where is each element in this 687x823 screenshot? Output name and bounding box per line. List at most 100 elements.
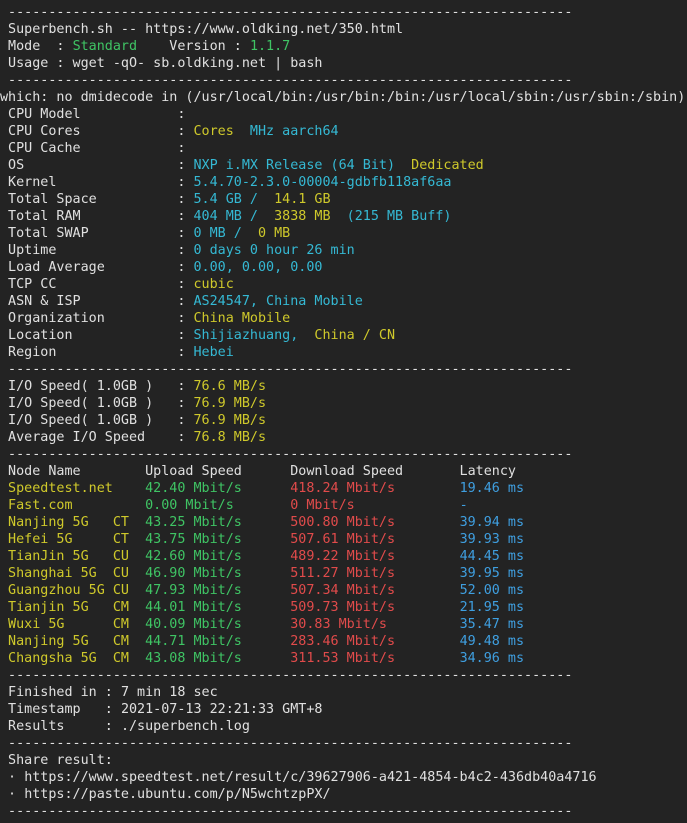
separator-before-summary: ----------------------------------------… [0,667,687,684]
sysinfo-label: ASN & ISP : [0,294,186,309]
sysinfo-value: 404 MB / [185,209,267,224]
speedtest-row: Changsha 5G CM 43.08 Mbit/s 311.53 Mbit/… [0,650,687,667]
share-link[interactable]: https://www.speedtest.net/result/c/39627… [24,770,596,785]
speedtest-isp-code: CU [112,549,146,564]
sysinfo-value: (215 MB Buff) [338,209,452,224]
sysinfo-row: Total RAM : 404 MB / 3838 MB (215 MB Buf… [0,208,687,225]
sysinfo-value: AS24547, China Mobile [185,294,363,309]
speedtest-download-speed: 489.22 Mbit/s [290,549,460,564]
speedtest-row: Wuxi 5G CM 40.09 Mbit/s 30.83 Mbit/s 35.… [0,616,687,633]
speedtest-download-speed: 283.46 Mbit/s [290,634,460,649]
sysinfo-row: Uptime : 0 days 0 hour 26 min [0,242,687,259]
speedtest-upload-speed: 0.00 Mbit/s [145,498,291,513]
bullet-icon: · [0,787,25,802]
sysinfo-value: 14.1 GB [266,192,331,207]
share-link[interactable]: https://paste.ubuntu.com/p/N5wchtzpPX/ [24,787,330,802]
separator-dashes: ----------------------------------------… [0,362,573,377]
speedtest-row: Guangzhou 5G CU 47.93 Mbit/s 507.34 Mbit… [0,582,687,599]
sysinfo-value: 0 MB / [185,226,250,241]
sysinfo-value: cubic [185,277,234,292]
speedtest-row: Tianjin 5G CM 44.01 Mbit/s 509.73 Mbit/s… [0,599,687,616]
io-row: I/O Speed( 1.0GB ) : 76.6 MB/s [0,378,687,395]
speedtest-upload-speed: 46.90 Mbit/s [145,566,291,581]
speedtest-latency: - [459,498,468,513]
sysinfo-value: MHz aarch64 [241,124,339,139]
sysinfo-row: Total SWAP : 0 MB / 0 MB [0,225,687,242]
speedtest-node-name: Changsha 5G [0,651,113,666]
sysinfo-value: 0 days 0 hour 26 min [185,243,355,258]
dmidecode-warning-text: which: no dmidecode in (/usr/local/bin:/… [0,90,686,105]
speedtest-latency: 21.95 ms [459,600,525,615]
version-value: 1.1.7 [249,39,291,54]
speedtest-row: Nanjing 5G CT 43.25 Mbit/s 500.80 Mbit/s… [0,514,687,531]
usage-text: Usage : wget -qO- sb.oldking.net | bash [0,56,323,71]
header-mode-line: Mode : Standard Version : 1.1.7 [0,38,687,55]
io-value: 76.6 MB/s [193,379,267,394]
speedtest-upload-speed: 43.25 Mbit/s [145,515,291,530]
speedtest-node-name: Nanjing 5G [0,515,113,530]
speedtest-download-speed: 507.61 Mbit/s [290,532,460,547]
speedtest-row: TianJin 5G CU 42.60 Mbit/s 489.22 Mbit/s… [0,548,687,565]
speedtest-upload-speed: 40.09 Mbit/s [145,617,291,632]
sysinfo-value: 5.4 GB / [185,192,267,207]
speedtest-header-row: Node Name Upload Speed Download Speed La… [0,463,687,480]
header-usage-line: Usage : wget -qO- sb.oldking.net | bash [0,55,687,72]
terminal-window: ----------------------------------------… [0,0,687,823]
speedtest-upload-speed: 43.08 Mbit/s [145,651,291,666]
speedtest-latency: 19.46 ms [459,481,525,496]
share-link-row[interactable]: · https://www.speedtest.net/result/c/396… [0,769,687,786]
speedtest-isp-code: CM [112,600,146,615]
sysinfo-label: CPU Cache : [0,141,186,156]
speedtest-node-name: Speedtest.net [0,481,113,496]
sysinfo-value: 0 MB [249,226,291,241]
speedtest-isp-code: CT [112,532,146,547]
io-label: I/O Speed( 1.0GB ) : [0,396,194,411]
io-label: Average I/O Speed : [0,430,194,445]
separator-before-speedtest: ----------------------------------------… [0,446,687,463]
speedtest-download-speed: 311.53 Mbit/s [290,651,460,666]
sysinfo-label: CPU Cores : [0,124,186,139]
summary-row: Finished in : 7 min 18 sec [0,684,687,701]
speedtest-upload-speed: 47.93 Mbit/s [145,583,291,598]
sysinfo-row: ASN & ISP : AS24547, China Mobile [0,293,687,310]
share-title: Share result: [0,753,113,768]
speedtest-row: Hefei 5G CT 43.75 Mbit/s 507.61 Mbit/s 3… [0,531,687,548]
speedtest-isp-code: CM [112,651,146,666]
summary-row: Timestamp : 2021-07-13 22:21:33 GMT+8 [0,701,687,718]
io-value: 76.8 MB/s [193,430,267,445]
separator-dashes: ----------------------------------------… [0,736,573,751]
header-title-line: Superbench.sh -- https://www.oldking.net… [0,21,687,38]
speedtest-node-name: Fast.com [0,498,113,513]
separator-before-io: ----------------------------------------… [0,361,687,378]
speedtest-node-name: Wuxi 5G [0,617,113,632]
sysinfo-value: 0.00, 0.00, 0.00 [185,260,323,275]
io-row: I/O Speed( 1.0GB ) : 76.9 MB/s [0,395,687,412]
speedtest-download-speed: 30.83 Mbit/s [290,617,460,632]
share-link-row[interactable]: · https://paste.ubuntu.com/p/N5wchtzpPX/ [0,786,687,803]
sysinfo-label: Load Average : [0,260,186,275]
summary-value: 7 min 18 sec [120,685,218,700]
speedtest-node-name: Tianjin 5G [0,600,113,615]
sysinfo-label: Total RAM : [0,209,186,224]
summary-label: Timestamp : [0,702,121,717]
sysinfo-label: OS : [0,158,186,173]
separator-before-share: ----------------------------------------… [0,735,687,752]
sysinfo-label: CPU Model : [0,107,186,122]
separator-after-header: ----------------------------------------… [0,72,687,89]
separator-dashes: ----------------------------------------… [0,73,573,88]
speedtest-node-name: Hefei 5G [0,532,113,547]
speedtest-download-speed: 418.24 Mbit/s [290,481,460,496]
sysinfo-value: NXP i.MX Release (64 Bit) [185,158,404,173]
version-label: Version : [137,39,250,54]
sysinfo-label: TCP CC : [0,277,186,292]
speedtest-row: Shanghai 5G CU 46.90 Mbit/s 511.27 Mbit/… [0,565,687,582]
sysinfo-label: Location : [0,328,186,343]
sysinfo-row: CPU Cache : [0,140,687,157]
io-value: 76.9 MB/s [193,396,267,411]
speedtest-node-name: Nanjing 5G [0,634,113,649]
speedtest-download-speed: 509.73 Mbit/s [290,600,460,615]
sysinfo-label: Organization : [0,311,186,326]
speedtest-latency: 39.94 ms [459,515,525,530]
header-title: Superbench.sh -- https://www.oldking.net… [0,22,404,37]
sysinfo-label: Kernel : [0,175,186,190]
